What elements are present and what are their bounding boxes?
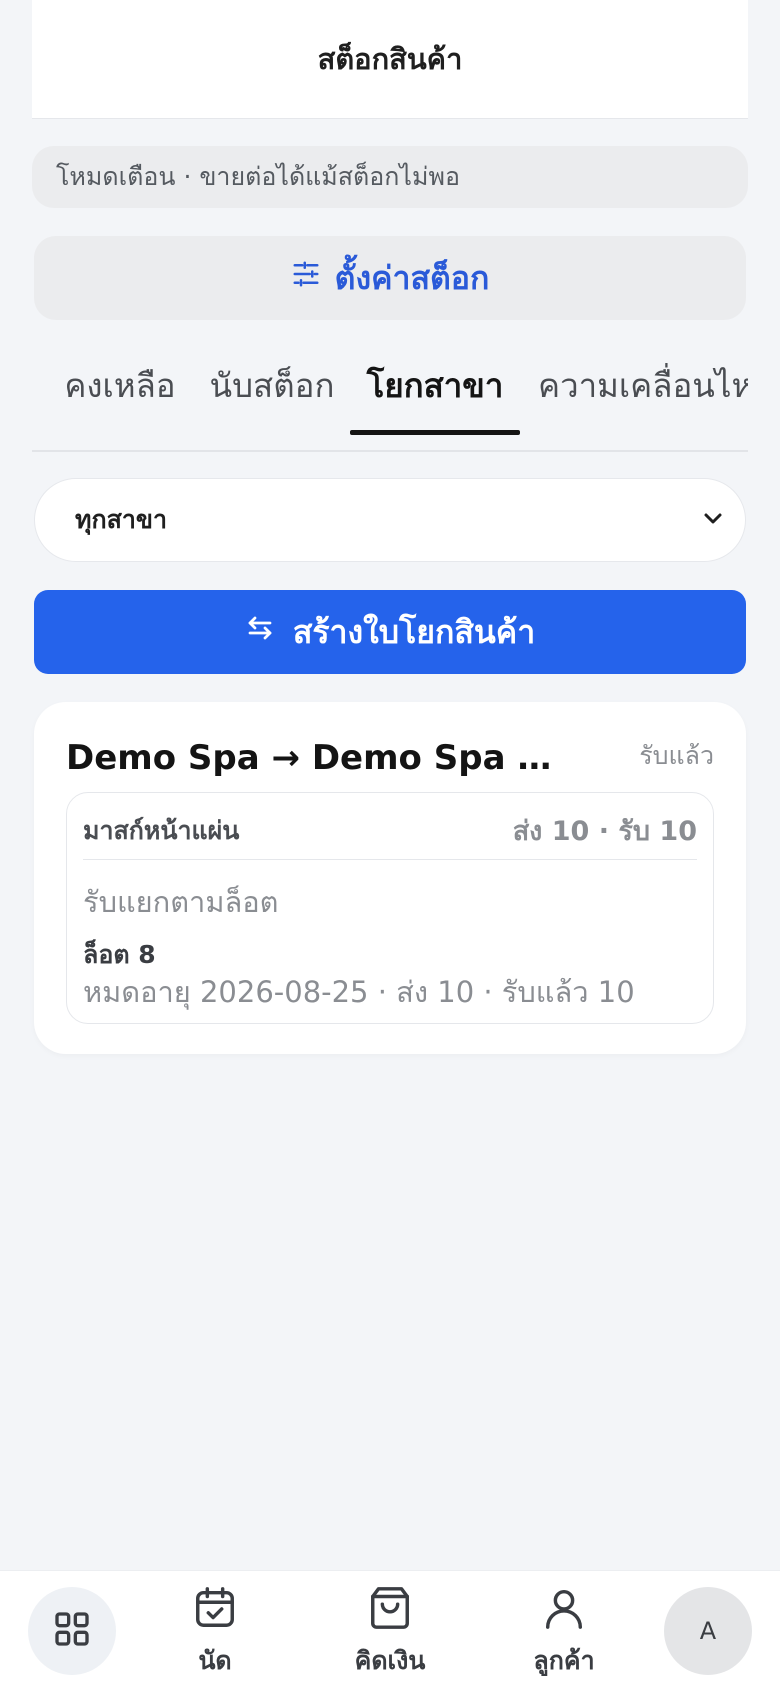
nav-customers-label: ลูกค้า [533, 1646, 595, 1675]
shopping-bag-icon [367, 1585, 413, 1635]
transfer-item: มาสก์หน้าแผ่น ส่ง 10 · รับ 10 รับแยกตามล… [66, 792, 714, 1024]
item-quantity: ส่ง 10 · รับ 10 [512, 816, 697, 847]
avatar[interactable]: A [664, 1587, 752, 1675]
stock-screen: สต็อกสินค้า โหมดเตือน · ขายต่อได้แม้สต็อ… [0, 0, 780, 1689]
nav-appointments[interactable]: นัด [155, 1585, 275, 1681]
stock-mode-notice: โหมดเตือน · ขายต่อได้แม้สต็อกไม่พอ [32, 146, 748, 208]
nav-menu-button[interactable] [28, 1587, 116, 1675]
item-name: มาสก์หน้าแผ่น [83, 816, 240, 845]
tab-stock-count[interactable]: นับสต็อก [202, 340, 342, 432]
lot-detail: หมดอายุ 2026-08-25 · ส่ง 10 · รับแล้ว 10 [83, 975, 635, 1009]
chevron-down-icon [701, 506, 725, 534]
branch-select-value: ทุกสาขา [75, 505, 168, 534]
nav-appointments-label: นัด [198, 1646, 232, 1675]
create-transfer-button[interactable]: สร้างใบโยกสินค้า [34, 590, 746, 674]
transfer-card[interactable]: Demo Spa → Demo Spa สาขาลาดพร้าว รับแล้ว… [34, 702, 746, 1054]
tab-remaining[interactable]: คงเหลือ [50, 340, 190, 432]
nav-customers[interactable]: ลูกค้า [504, 1585, 624, 1681]
page-title: สต็อกสินค้า [317, 42, 463, 76]
tab-movements[interactable]: ความเคลื่อนไหว [538, 340, 748, 432]
branch-select[interactable]: ทุกสาขา [34, 478, 746, 562]
receive-mode: รับแยกตามล็อต [83, 885, 279, 919]
user-icon [541, 1585, 587, 1635]
nav-checkout-label: คิดเงิน [354, 1646, 426, 1675]
tab-branch-transfer[interactable]: โยกสาขา [350, 340, 520, 432]
stock-settings-button[interactable]: ตั้งค่าสต็อก [34, 236, 746, 320]
swap-arrows-icon [245, 613, 275, 651]
transfer-status-badge: รับแล้ว [639, 741, 714, 770]
item-divider [83, 859, 697, 860]
active-tab-indicator [350, 430, 520, 435]
stock-settings-label: ตั้งค่าสต็อก [334, 258, 490, 297]
grid-icon [52, 1609, 92, 1653]
bottom-navigation: นัด คิดเงิน ลูกค้า A [0, 1570, 780, 1689]
create-transfer-label: สร้างใบโยกสินค้า [292, 612, 536, 651]
calendar-check-icon [192, 1585, 238, 1635]
nav-checkout[interactable]: คิดเงิน [330, 1585, 450, 1681]
page-header: สต็อกสินค้า [32, 0, 748, 119]
sliders-icon [291, 259, 321, 297]
transfer-route-title: Demo Spa → Demo Spa สาขาลาดพร้าว [66, 738, 566, 778]
stock-tabs: คงเหลือ นับสต็อก โยกสาขา ความเคลื่อนไหว [32, 340, 748, 452]
